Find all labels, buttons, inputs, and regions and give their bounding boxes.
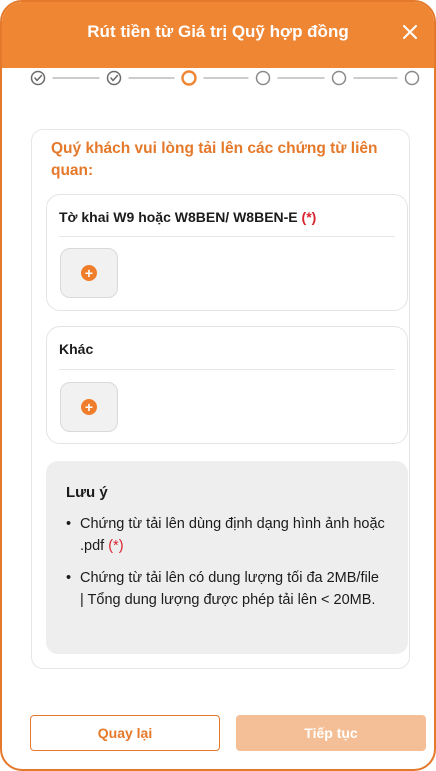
modal-title: Rút tiền từ Giá trị Quỹ hợp đồng (87, 22, 349, 41)
note-title: Lưu ý (66, 484, 108, 501)
note-item-text: Chứng từ tải lên có dung lượng tối đa 2M… (80, 570, 379, 608)
progress-stepper (2, 64, 434, 94)
step-done-icon (30, 70, 46, 86)
note-item: • Chứng từ tải lên có dung lượng tối đa … (66, 567, 386, 611)
upload-box-other: Khác + (46, 326, 408, 444)
divider (59, 236, 395, 237)
modal-frame: Rút tiền từ Giá trị Quỹ hợp đồng Quý khá… (0, 0, 436, 771)
upload-box-w9: Tờ khai W9 hoặc W8BEN/ W8BEN-E (*) + (46, 194, 408, 311)
note-item: • Chứng từ tải lên dùng định dạng hình ả… (66, 513, 386, 557)
step-pending-icon (331, 70, 347, 86)
step-done-icon (106, 70, 122, 86)
add-file-button[interactable]: + (60, 382, 118, 432)
note-item-text: Chứng từ tải lên dùng định dạng hình ảnh… (80, 516, 385, 554)
back-button[interactable]: Quay lại (30, 715, 220, 751)
required-mark: (*) (301, 209, 317, 225)
step-pending-icon (404, 70, 420, 86)
upload-label: Tờ khai W9 hoặc W8BEN/ W8BEN-E (59, 209, 298, 225)
close-button[interactable] (396, 18, 424, 46)
divider (59, 369, 395, 370)
plus-circle-icon: + (81, 265, 97, 281)
add-file-button[interactable]: + (60, 248, 118, 298)
instruction-text: Quý khách vui lòng tải lên các chứng từ … (51, 140, 378, 179)
bullet: • (66, 570, 72, 586)
modal-header: Rút tiền từ Giá trị Quỹ hợp đồng (2, 2, 434, 68)
bullet: • (66, 516, 72, 532)
upload-title-w9: Tờ khai W9 hoặc W8BEN/ W8BEN-E (*) (59, 209, 316, 225)
next-button[interactable]: Tiếp tục (236, 715, 426, 751)
step-pending-icon (255, 70, 271, 86)
note-panel: Lưu ý • Chứng từ tải lên dùng định dạng … (46, 461, 408, 654)
plus-circle-icon: + (81, 399, 97, 415)
stepper-graphic (30, 70, 420, 86)
step-current-icon (181, 70, 197, 86)
close-icon (403, 25, 417, 39)
upload-title-other: Khác (59, 341, 94, 357)
